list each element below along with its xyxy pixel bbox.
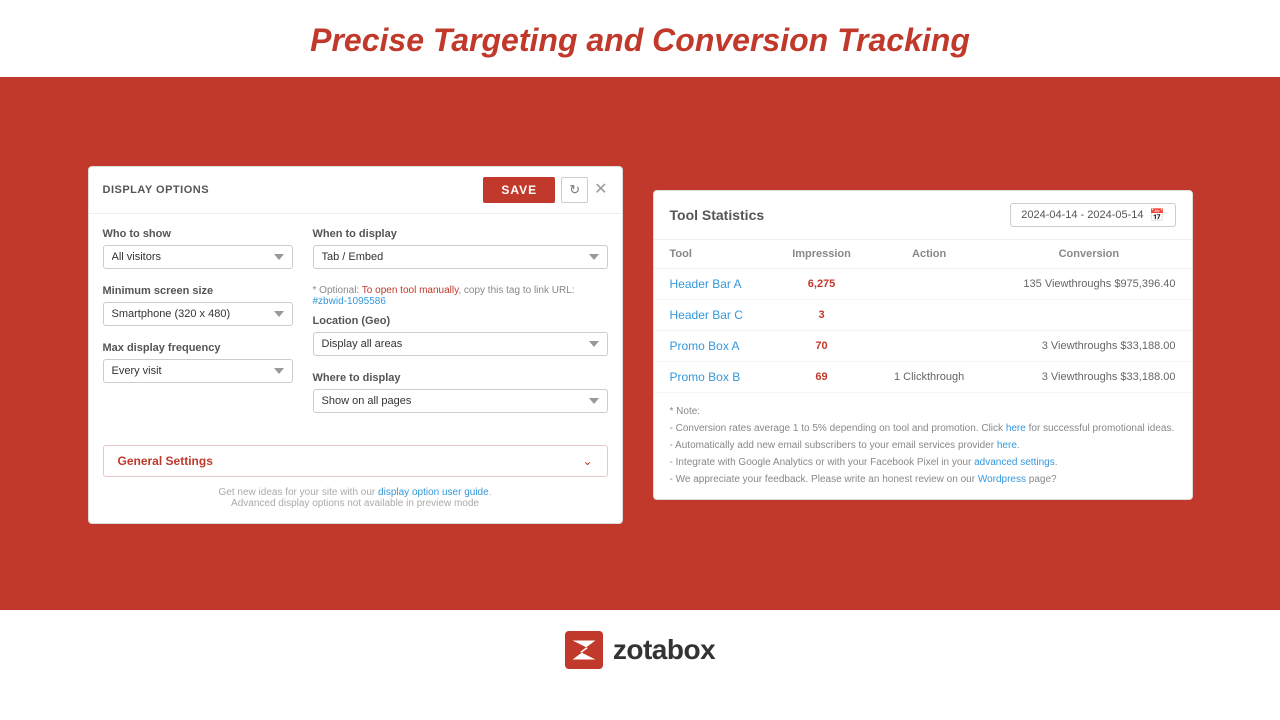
who-to-show-label: Who to show [103, 228, 293, 240]
user-guide-link[interactable]: display option user guide [378, 487, 489, 498]
tool-action [872, 300, 986, 331]
stats-table: Tool Impression Action Conversion Header… [654, 240, 1192, 393]
here-link-2[interactable]: here [997, 440, 1017, 451]
chevron-down-icon: ⌄ [582, 454, 592, 468]
tool-link[interactable]: Promo Box A [670, 339, 740, 353]
location-geo-label: Location (Geo) [313, 315, 608, 327]
date-range-text: 2024-04-14 - 2024-05-14 [1021, 209, 1143, 221]
left-column: Who to show All visitors New visitors Re… [103, 228, 293, 429]
display-options-panel: DISPLAY OPTIONS SAVE ↻ ✕ Who to show All… [88, 166, 623, 524]
col-action: Action [872, 240, 986, 269]
tool-conversion: 135 Viewthroughs $975,396.40 [986, 269, 1191, 300]
tool-impression: 69 [771, 362, 872, 393]
table-header-row: Tool Impression Action Conversion [654, 240, 1192, 269]
main-content-area: DISPLAY OPTIONS SAVE ↻ ✕ Who to show All… [0, 80, 1280, 610]
notes-section: * Note: - Conversion rates average 1 to … [654, 393, 1192, 498]
tool-conversion: 3 Viewthroughs $33,188.00 [986, 331, 1191, 362]
tool-impression: 3 [771, 300, 872, 331]
stats-header: Tool Statistics 2024-04-14 - 2024-05-14 … [654, 191, 1192, 240]
tool-name: Promo Box A [654, 331, 771, 362]
note-1: - Conversion rates average 1 to 5% depen… [670, 420, 1176, 437]
panel-body: Who to show All visitors New visitors Re… [89, 214, 622, 437]
stats-title: Tool Statistics [670, 207, 765, 223]
where-to-display-select[interactable]: Show on all pages Specific pages [313, 389, 608, 413]
date-range-box[interactable]: 2024-04-14 - 2024-05-14 📅 [1010, 203, 1175, 227]
zotabox-brand-text: zotabox [613, 634, 715, 666]
optional-text: * Optional: To open tool manually, copy … [313, 285, 608, 307]
col-tool: Tool [654, 240, 771, 269]
min-screen-size-group: Minimum screen size Smartphone (320 x 48… [103, 285, 293, 326]
note-2: - Automatically add new email subscriber… [670, 437, 1176, 454]
tool-impression: 70 [771, 331, 872, 362]
tool-action [872, 331, 986, 362]
where-to-display-group: Where to display Show on all pages Speci… [313, 372, 608, 413]
here-link-1[interactable]: here [1006, 423, 1026, 434]
note-header: * Note: [670, 403, 1176, 420]
tool-link[interactable]: Header Bar A [670, 277, 742, 291]
tool-name: Header Bar A [654, 269, 771, 300]
footer-text-2: Advanced display options not available i… [103, 498, 608, 509]
tool-name: Header Bar C [654, 300, 771, 331]
when-to-display-select[interactable]: Tab / Embed On load On scroll On exit [313, 245, 608, 269]
min-screen-size-select[interactable]: Smartphone (320 x 480) Tablet Desktop [103, 302, 293, 326]
who-to-show-group: Who to show All visitors New visitors Re… [103, 228, 293, 269]
col-impression: Impression [771, 240, 872, 269]
general-settings-label: General Settings [118, 454, 213, 468]
tool-conversion [986, 300, 1191, 331]
table-row: Header Bar A 6,275 135 Viewthroughs $975… [654, 269, 1192, 300]
tool-link[interactable]: Promo Box B [670, 370, 741, 384]
advanced-settings-link[interactable]: advanced settings [974, 457, 1055, 468]
max-display-freq-select[interactable]: Every visit Once per day Once per week [103, 359, 293, 383]
footer-text-1: Get new ideas for your site with our dis… [103, 487, 608, 498]
zotabox-icon [565, 631, 603, 669]
max-display-freq-label: Max display frequency [103, 342, 293, 354]
close-button[interactable]: ✕ [594, 182, 607, 198]
refresh-button[interactable]: ↻ [561, 177, 588, 203]
table-row: Header Bar C 3 [654, 300, 1192, 331]
panel-title: DISPLAY OPTIONS [103, 184, 210, 196]
when-to-display-group: When to display Tab / Embed On load On s… [313, 228, 608, 269]
col-conversion: Conversion [986, 240, 1191, 269]
tool-conversion: 3 Viewthroughs $33,188.00 [986, 362, 1191, 393]
table-row: Promo Box B 69 1 Clickthrough 3 Viewthro… [654, 362, 1192, 393]
note-4: - We appreciate your feedback. Please wr… [670, 471, 1176, 488]
note-3: - Integrate with Google Analytics or wit… [670, 454, 1176, 471]
calendar-icon: 📅 [1150, 208, 1165, 222]
panel-actions: SAVE ↻ ✕ [483, 177, 607, 203]
max-display-freq-group: Max display frequency Every visit Once p… [103, 342, 293, 383]
when-to-display-label: When to display [313, 228, 608, 240]
tag-link: #zbwid-1095586 [313, 296, 386, 307]
tool-link[interactable]: Header Bar C [670, 308, 743, 322]
min-screen-size-label: Minimum screen size [103, 285, 293, 297]
table-row: Promo Box A 70 3 Viewthroughs $33,188.00 [654, 331, 1192, 362]
right-column: When to display Tab / Embed On load On s… [313, 228, 608, 429]
tool-statistics-panel: Tool Statistics 2024-04-14 - 2024-05-14 … [653, 190, 1193, 500]
who-to-show-select[interactable]: All visitors New visitors Returning visi… [103, 245, 293, 269]
panel-header: DISPLAY OPTIONS SAVE ↻ ✕ [89, 167, 622, 214]
page-title: Precise Targeting and Conversion Trackin… [10, 22, 1270, 59]
wordpress-link[interactable]: Wordpress [978, 474, 1026, 485]
tool-name: Promo Box B [654, 362, 771, 393]
open-tool-manually-link[interactable]: To open tool manually [362, 285, 459, 296]
page-header: Precise Targeting and Conversion Trackin… [0, 0, 1280, 80]
location-geo-group: Location (Geo) Display all areas Specifi… [313, 315, 608, 356]
where-to-display-label: Where to display [313, 372, 608, 384]
panel-footer: Get new ideas for your site with our dis… [89, 477, 622, 513]
location-geo-select[interactable]: Display all areas Specific countries [313, 332, 608, 356]
general-settings-bar[interactable]: General Settings ⌄ [103, 445, 608, 477]
tool-impression: 6,275 [771, 269, 872, 300]
footer-area: zotabox [0, 610, 1280, 690]
zotabox-logo: zotabox [565, 631, 715, 669]
tool-action: 1 Clickthrough [872, 362, 986, 393]
tool-action [872, 269, 986, 300]
save-button[interactable]: SAVE [483, 177, 555, 203]
